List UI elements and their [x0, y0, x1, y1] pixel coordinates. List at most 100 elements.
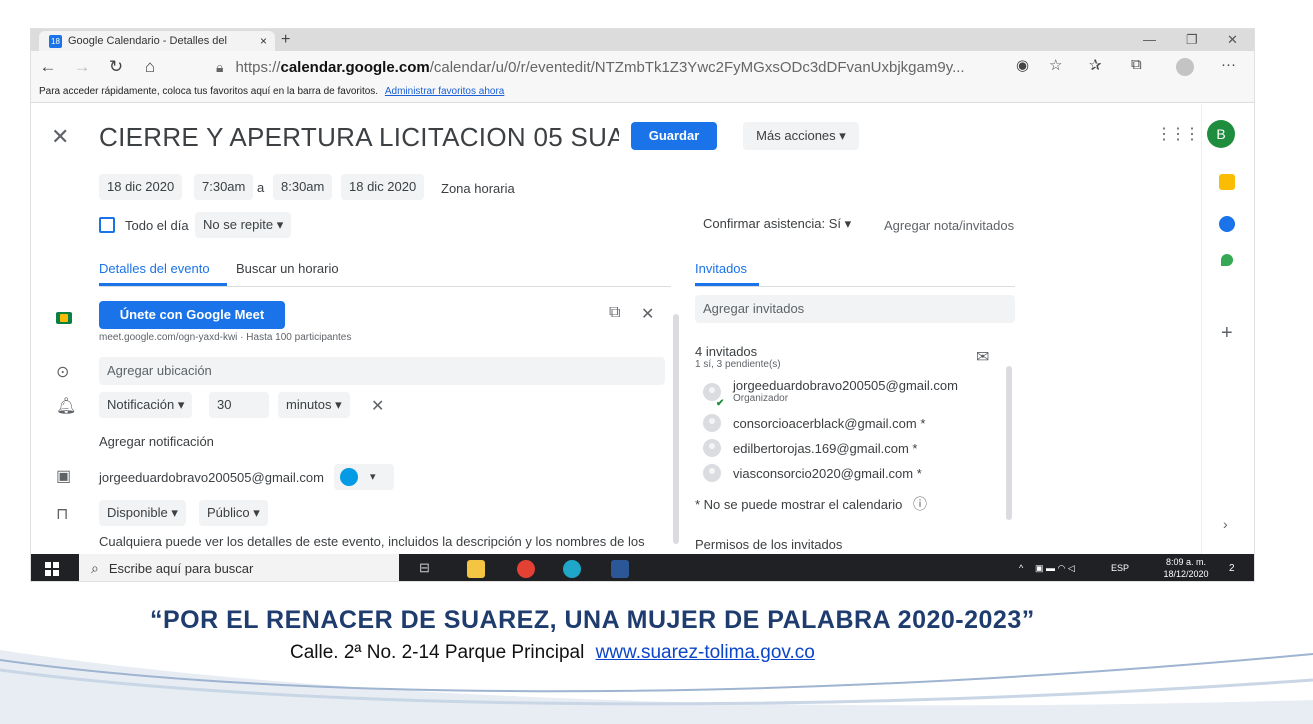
minimize-icon[interactable]: — — [1143, 32, 1156, 47]
help-icon[interactable]: ⓘ — [913, 494, 927, 514]
timezone-link[interactable]: Zona horaria — [441, 181, 515, 196]
rsvp-select[interactable]: Confirmar asistencia: Sí ▾ — [695, 211, 860, 237]
word-icon[interactable] — [611, 560, 629, 578]
guest-email: jorgeeduardobravo200505@gmail.com — [733, 378, 958, 393]
details-scrollbar[interactable] — [673, 314, 679, 544]
chrome-icon[interactable] — [517, 560, 535, 578]
event-edit-page: ✕ CIERRE Y APERTURA LICITACION 05 SUAREZ… — [31, 104, 1254, 558]
start-date-field[interactable]: 18 dic 2020 — [99, 174, 183, 200]
new-tab-icon[interactable]: + — [281, 31, 290, 49]
end-date-field[interactable]: 18 dic 2020 — [341, 174, 425, 200]
add-addon-icon[interactable]: + — [1221, 322, 1233, 345]
visibility-select[interactable]: Público ▾ — [199, 500, 268, 526]
task-view-icon[interactable]: ⊟ — [419, 560, 437, 578]
tab-find-time[interactable]: Buscar un horario — [236, 261, 339, 276]
language-indicator[interactable]: ESP — [1111, 554, 1129, 581]
repeat-value: No se repite — [203, 217, 274, 232]
remove-notification-icon[interactable]: ✕ — [371, 396, 384, 416]
tasks-icon[interactable] — [1219, 216, 1235, 232]
start-time-field[interactable]: 7:30am — [194, 174, 254, 200]
guests-divider — [695, 286, 1015, 287]
add-guests-input[interactable]: Agregar invitados — [695, 295, 1015, 323]
tab-close-icon[interactable]: × — [260, 34, 267, 48]
calendar-owner: jorgeeduardobravo200505@gmail.com — [99, 470, 324, 485]
collections-icon[interactable]: ⧉ — [1131, 56, 1142, 73]
add-notification-link[interactable]: Agregar notificación — [99, 434, 214, 449]
tab-event-details[interactable]: Detalles del evento — [99, 261, 210, 276]
guest-permissions-label: Permisos de los invitados — [695, 537, 843, 552]
all-day-checkbox[interactable] — [99, 217, 115, 233]
taskbar-clock[interactable]: 8:09 a. m. 18/12/2020 — [1156, 556, 1216, 580]
windows-start-icon[interactable] — [45, 561, 59, 576]
copy-icon[interactable]: ⧉ — [609, 304, 620, 322]
google-meet-icon — [56, 312, 72, 324]
chevron-down-icon: ▾ — [335, 397, 342, 412]
notification-unit-select[interactable]: minutos ▾ — [278, 392, 350, 418]
join-meet-button[interactable]: Únete con Google Meet — [99, 301, 285, 329]
refresh-icon[interactable]: ↻ — [99, 57, 133, 77]
notification-value-input[interactable]: 30 — [209, 392, 269, 418]
remove-meet-icon[interactable]: ✕ — [641, 304, 654, 324]
notification-type-value: Notificación — [107, 397, 175, 412]
more-actions-label: Más acciones — [756, 128, 836, 143]
browser-tab-strip: 18 Google Calendario - Detalles del × + … — [31, 29, 1254, 51]
email-guests-icon[interactable]: ✉ — [976, 347, 989, 367]
guest-email: viasconsorcio2020@gmail.com * — [733, 466, 922, 481]
file-explorer-icon[interactable] — [467, 560, 485, 578]
taskbar-search[interactable]: ⌕ Escribe aquí para buscar — [79, 554, 399, 581]
end-time-field[interactable]: 8:30am — [273, 174, 333, 200]
home-icon[interactable]: ⌂ — [133, 57, 167, 77]
more-actions-button[interactable]: Más acciones ▾ — [743, 122, 859, 150]
footer-address: Calle. 2ª No. 2-14 Parque Principal www.… — [290, 642, 815, 664]
guest-email: edilbertorojas.169@gmail.com * — [733, 441, 918, 456]
notification-type-select[interactable]: Notificación ▾ — [99, 392, 193, 418]
tab-guests[interactable]: Invitados — [695, 261, 747, 276]
address-text: Calle. 2ª No. 2-14 Parque Principal — [290, 642, 585, 663]
profile-avatar[interactable] — [1176, 58, 1194, 76]
url-domain: calendar.google.com — [280, 58, 430, 76]
screenshot-frame: 18 Google Calendario - Detalles del × + … — [30, 28, 1255, 582]
tray-chevron-icon[interactable]: ^ — [1019, 554, 1023, 581]
save-button[interactable]: Guardar — [631, 122, 717, 150]
repeat-select[interactable]: No se repite ▾ — [195, 212, 292, 238]
url-path: /calendar/u/0/r/eventedit/NTZmbTk1Z3Ywc2… — [429, 58, 965, 76]
availability-select[interactable]: Disponible ▾ — [99, 500, 186, 526]
url-field[interactable]: 🔒︎ https://calendar.google.com/calendar/… — [216, 54, 1016, 80]
bell-icon: 🔔︎ — [56, 398, 77, 415]
website-link[interactable]: www.suarez-tolima.gov.co — [596, 642, 815, 663]
restore-icon[interactable]: ❐ — [1186, 32, 1198, 48]
guest-email: consorcioacerblack@gmail.com * — [733, 416, 926, 431]
more-menu-icon[interactable]: ··· — [1221, 56, 1236, 73]
guest-role: Organizador — [733, 393, 789, 404]
tray-icons[interactable]: ▣ ▬ ◠ ◁ — [1035, 554, 1075, 581]
event-title-input[interactable]: CIERRE Y APERTURA LICITACION 05 SUAREZ — [99, 122, 619, 153]
clock-time: 8:09 a. m. — [1165, 557, 1207, 567]
notifications-icon[interactable]: 2 — [1229, 554, 1235, 581]
manage-favorites-link[interactable]: Administrar favoritos ahora — [385, 86, 505, 97]
window-close-icon[interactable]: ✕ — [1227, 32, 1238, 48]
forward-icon[interactable]: → — [65, 57, 99, 77]
back-icon[interactable]: ← — [31, 57, 65, 77]
keep-icon[interactable] — [1219, 174, 1235, 190]
guest-avatar — [703, 464, 721, 482]
to-label: a — [257, 180, 265, 195]
apps-grid-icon[interactable]: ⋮⋮⋮ — [1156, 124, 1200, 144]
maps-icon[interactable] — [1221, 254, 1233, 266]
guest-avatar — [703, 414, 721, 432]
tracking-icon[interactable]: ◉ — [1016, 56, 1029, 74]
favorites-list-icon[interactable]: ✰ — [1089, 56, 1102, 74]
tabs-divider — [99, 286, 671, 287]
calendar-color-select[interactable]: ▾ — [334, 464, 394, 490]
footer-slogan: “POR EL RENACER DE SUAREZ, UNA MUJER DE … — [150, 606, 1035, 634]
guests-scrollbar[interactable] — [1006, 366, 1012, 520]
edge-icon[interactable] — [563, 560, 581, 578]
add-note-link[interactable]: Agregar nota/invitados — [884, 218, 1014, 233]
location-input[interactable]: Agregar ubicación — [99, 357, 665, 385]
address-bar: ← → ↻ ⌂ 🔒︎ https://calendar.google.com/c… — [31, 51, 1254, 83]
chevron-down-icon: ▾ — [276, 217, 284, 232]
expand-panel-icon[interactable]: › — [1223, 516, 1228, 532]
close-event-icon[interactable]: ✕ — [51, 124, 69, 150]
browser-tab[interactable]: 18 Google Calendario - Detalles del × — [39, 31, 275, 51]
accepted-check-icon: ✔ — [716, 398, 725, 409]
favorite-star-icon[interactable]: ☆ — [1049, 56, 1062, 74]
